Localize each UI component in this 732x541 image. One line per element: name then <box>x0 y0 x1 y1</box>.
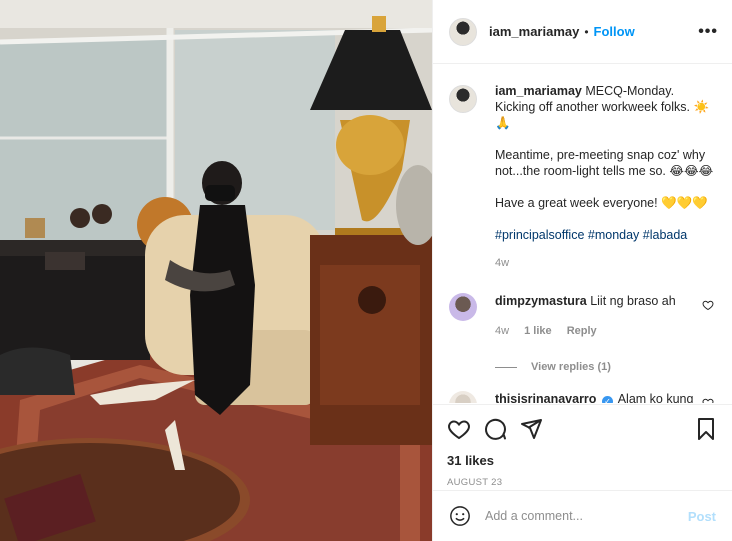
caption-age[interactable]: 4w <box>495 255 716 271</box>
post-actions: 31 likes AUGUST 23 <box>433 404 732 488</box>
post-side-panel: iam_mariamay • Follow ••• iam_mariamay M… <box>432 0 732 541</box>
comment-item: thisisrinanavarro ✓ Alam ko kung <box>449 391 716 403</box>
caption-text-3: Have a great week everyone! 💛💛💛 <box>495 196 708 210</box>
comment-text: Liit ng braso ah <box>590 294 676 308</box>
replies-line <box>495 366 517 368</box>
comment-like-heart-icon[interactable] <box>702 397 714 403</box>
bookmark-icon[interactable] <box>694 417 718 441</box>
author-username[interactable]: iam_mariamay <box>489 24 579 39</box>
like-heart-icon[interactable] <box>447 417 471 441</box>
photo-image <box>0 0 432 541</box>
share-send-icon[interactable] <box>519 417 543 441</box>
verified-badge-icon: ✓ <box>601 396 613 403</box>
comment-composer: Post <box>433 490 732 541</box>
comment-meta: 4w 1 like Reply <box>495 323 705 339</box>
comment-age[interactable]: 4w <box>495 325 509 337</box>
comment-likes[interactable]: 1 like <box>524 325 552 337</box>
caption-body: iam_mariamay MECQ-Monday. Kicking off an… <box>495 83 716 271</box>
caption: iam_mariamay MECQ-Monday. Kicking off an… <box>449 83 716 271</box>
follow-button[interactable]: Follow <box>594 24 635 39</box>
action-icons <box>447 415 718 443</box>
comments-list[interactable]: iam_mariamay MECQ-Monday. Kicking off an… <box>433 65 732 403</box>
author-avatar[interactable] <box>449 17 477 46</box>
comment-bubble-icon[interactable] <box>483 417 507 441</box>
view-replies-label[interactable]: View replies (1) <box>531 361 611 373</box>
commenter-username[interactable]: dimpzymastura <box>495 294 587 308</box>
commenter-avatar[interactable] <box>449 293 477 321</box>
caption-text-2: Meantime, pre-meeting snap coz' why not.… <box>495 148 714 178</box>
header-separator-dot: • <box>584 24 589 39</box>
comment-item: dimpzymastura Liit ng braso ah 4w 1 like… <box>449 293 716 339</box>
view-replies[interactable]: View replies (1) <box>495 361 716 373</box>
comment-reply-button[interactable]: Reply <box>567 325 597 337</box>
commenter-username[interactable]: thisisrinanavarro <box>495 392 596 403</box>
post-photo[interactable] <box>0 0 432 541</box>
caption-username[interactable]: iam_mariamay <box>495 84 582 98</box>
commenter-avatar[interactable] <box>449 391 477 403</box>
comment-text: Alam ko kung <box>617 392 694 403</box>
comment-body: thisisrinanavarro ✓ Alam ko kung <box>495 391 705 403</box>
more-options-icon[interactable]: ••• <box>698 23 718 41</box>
comment-like-heart-icon[interactable] <box>702 299 714 311</box>
likes-count[interactable]: 31 likes <box>447 453 718 468</box>
post-comment-button[interactable]: Post <box>688 509 716 524</box>
emoji-smiley-icon[interactable] <box>449 505 471 527</box>
caption-avatar[interactable] <box>449 85 477 113</box>
post-header: iam_mariamay • Follow ••• <box>433 0 732 64</box>
comment-body: dimpzymastura Liit ng braso ah 4w 1 like… <box>495 293 705 339</box>
add-comment-input[interactable] <box>485 509 665 523</box>
caption-hashtags[interactable]: #principalsoffice #monday #labada <box>495 227 716 243</box>
post-date[interactable]: AUGUST 23 <box>447 477 718 488</box>
